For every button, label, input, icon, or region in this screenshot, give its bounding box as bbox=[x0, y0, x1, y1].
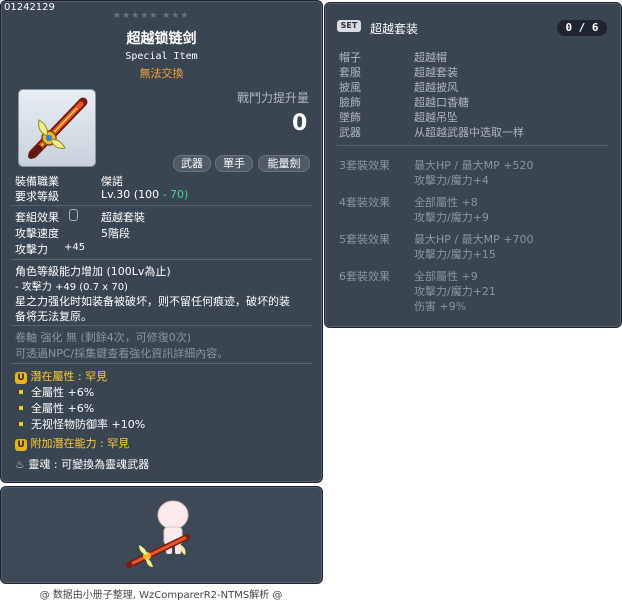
set-part-slot: 套服 bbox=[339, 66, 361, 79]
set-part-item: 超越套装 bbox=[414, 66, 458, 79]
set-effect-4-line-2: 攻擊力/魔力+9 bbox=[414, 211, 489, 224]
scroll-upgrade-info: 卷軸 強化 無 (剩餘4次，可修復0次) bbox=[15, 331, 192, 344]
required-level-base: Lv.30 (100 bbox=[101, 188, 160, 201]
attack-speed-value: 5階段 bbox=[101, 227, 130, 240]
attack-value: +45 bbox=[64, 242, 86, 253]
set-badge-icon: SET bbox=[337, 20, 361, 32]
potential-header: U 潛在屬性 : 罕見 bbox=[15, 368, 107, 384]
additional-potential-grade: : 罕見 bbox=[100, 437, 130, 450]
job-label: 裝備職業 bbox=[15, 175, 59, 188]
required-level-value: Lv.30 (100 - 70) bbox=[101, 188, 188, 201]
set-effect-5-line-1: 最大HP / 最大MP +700 bbox=[414, 233, 534, 246]
set-effect-3-line-1: 最大HP / 最大MP +520 bbox=[414, 159, 534, 172]
potential-line-2: 全屬性 +6% bbox=[31, 402, 95, 415]
description-line-2: 备将无法复原。 bbox=[15, 310, 92, 323]
tradability-label: 無法交換 bbox=[139, 67, 184, 80]
divider bbox=[11, 325, 312, 326]
set-part-slot: 墜飾 bbox=[339, 111, 361, 124]
flame-icon: ♨ bbox=[15, 458, 25, 471]
potential-line-1: 全屬性 +6% bbox=[31, 386, 95, 399]
bullet-icon bbox=[19, 422, 23, 426]
item-name: 超越锁链剑 bbox=[126, 31, 197, 47]
set-piece-count: 0 / 6 bbox=[557, 20, 607, 36]
category-weapon-tag: 武器 bbox=[173, 155, 211, 172]
set-name: 超越套装 bbox=[370, 22, 419, 36]
additional-potential-rank-icon: U bbox=[15, 439, 27, 451]
set-effect-6-label: 6套裝效果 bbox=[339, 270, 390, 283]
item-subtitle: Special Item bbox=[125, 51, 198, 62]
set-effect-6-line-1: 全部屬性 +9 bbox=[414, 270, 478, 283]
character-avatar bbox=[126, 500, 190, 568]
divider bbox=[11, 259, 312, 260]
bullet-icon bbox=[19, 406, 23, 410]
set-part-item: 从超越武器中选取一样 bbox=[414, 126, 524, 139]
bullet-icon bbox=[19, 390, 23, 394]
potential-label: 潛在屬性 bbox=[30, 370, 75, 383]
power-increase-value: 0 bbox=[292, 111, 308, 136]
potential-line-3: 无视怪物防御率 +10% bbox=[31, 418, 146, 431]
required-level-label: 要求等級 bbox=[15, 190, 59, 203]
category-energy-sword-tag: 能量劍 bbox=[258, 155, 310, 172]
scroll-upgrade-hint: 可透過NPC/採集鍵查看強化資訊詳細內容。 bbox=[15, 347, 229, 360]
set-part-slot: 臉飾 bbox=[339, 96, 361, 109]
set-part-slot: 披風 bbox=[339, 81, 361, 94]
divider bbox=[11, 205, 312, 206]
set-effect-5-line-2: 攻擊力/魔力+15 bbox=[414, 248, 496, 261]
character-preview-panel bbox=[0, 486, 323, 584]
set-part-item: 超越吊坠 bbox=[414, 111, 458, 124]
mouse-icon bbox=[69, 209, 78, 221]
set-effect-3-line-2: 攻擊力/魔力+4 bbox=[414, 174, 489, 187]
set-part-slot: 帽子 bbox=[339, 51, 361, 64]
starforce-stars: ★★★★★ ★★★ bbox=[113, 11, 190, 21]
soul-label: 靈魂 bbox=[28, 458, 51, 471]
set-part-slot: 武器 bbox=[339, 126, 361, 139]
sword-icon bbox=[28, 97, 88, 159]
soul-row: ♨ 靈魂 : 可變換為靈魂武器 bbox=[15, 456, 149, 472]
additional-potential-header: U 附加潛在能力 : 罕見 bbox=[15, 435, 129, 451]
attack-label: 攻擊力 bbox=[15, 243, 48, 256]
item-tooltip-panel: 01242129 ★★★★★ ★★★ 超越锁链剑 Special Item 無法… bbox=[0, 0, 323, 483]
set-effect-6-line-2: 攻擊力/魔力+21 bbox=[414, 285, 496, 298]
set-effect-6-line-3: 伤害 +9% bbox=[414, 300, 467, 313]
set-effect-5-label: 5套裝效果 bbox=[339, 233, 390, 246]
divider bbox=[11, 363, 312, 364]
footer-credit: @ 数据由小册子整理, WzComparerR2-NTMS解析 @ bbox=[39, 590, 283, 601]
power-increase-label: 戰鬥力提升量 bbox=[237, 91, 310, 105]
set-effect-4-line-1: 全部屬性 +8 bbox=[414, 196, 478, 209]
growth-title: 角色等級能力增加 (100Lv為止) bbox=[15, 265, 171, 278]
required-level-reduction: - 70) bbox=[162, 188, 189, 201]
divider bbox=[337, 145, 609, 146]
soul-value: : 可變換為靈魂武器 bbox=[53, 458, 150, 471]
set-part-item: 超越帽 bbox=[414, 51, 447, 64]
additional-potential-label: 附加潛在能力 bbox=[30, 437, 97, 450]
set-info-panel: SET 超越套装 0 / 6 帽子 超越帽 套服 超越套装 披風 超越披风 臉飾… bbox=[324, 2, 622, 328]
set-effect-label: 套組效果 bbox=[15, 211, 59, 224]
item-icon-frame bbox=[18, 89, 96, 167]
potential-rank-icon: U bbox=[15, 372, 27, 384]
attack-speed-label: 攻擊速度 bbox=[15, 227, 59, 240]
category-one-handed-tag: 單手 bbox=[215, 155, 253, 172]
set-effect-3-label: 3套裝效果 bbox=[339, 159, 390, 172]
set-effect-value: 超越套裝 bbox=[101, 211, 145, 224]
set-part-item: 超越披风 bbox=[414, 81, 458, 94]
item-code: 01242129 bbox=[4, 2, 55, 13]
description-line-1: 星之力强化时如装备被破坏，则不留任何痕迹，破坏的装 bbox=[15, 295, 290, 308]
job-value: 傑諾 bbox=[101, 175, 123, 188]
potential-grade: : 罕見 bbox=[78, 370, 108, 383]
growth-line: - 攻擊力 +49 (0.7 x 70) bbox=[15, 282, 128, 293]
set-effect-4-label: 4套裝效果 bbox=[339, 196, 390, 209]
set-part-item: 超越口香糖 bbox=[414, 96, 469, 109]
